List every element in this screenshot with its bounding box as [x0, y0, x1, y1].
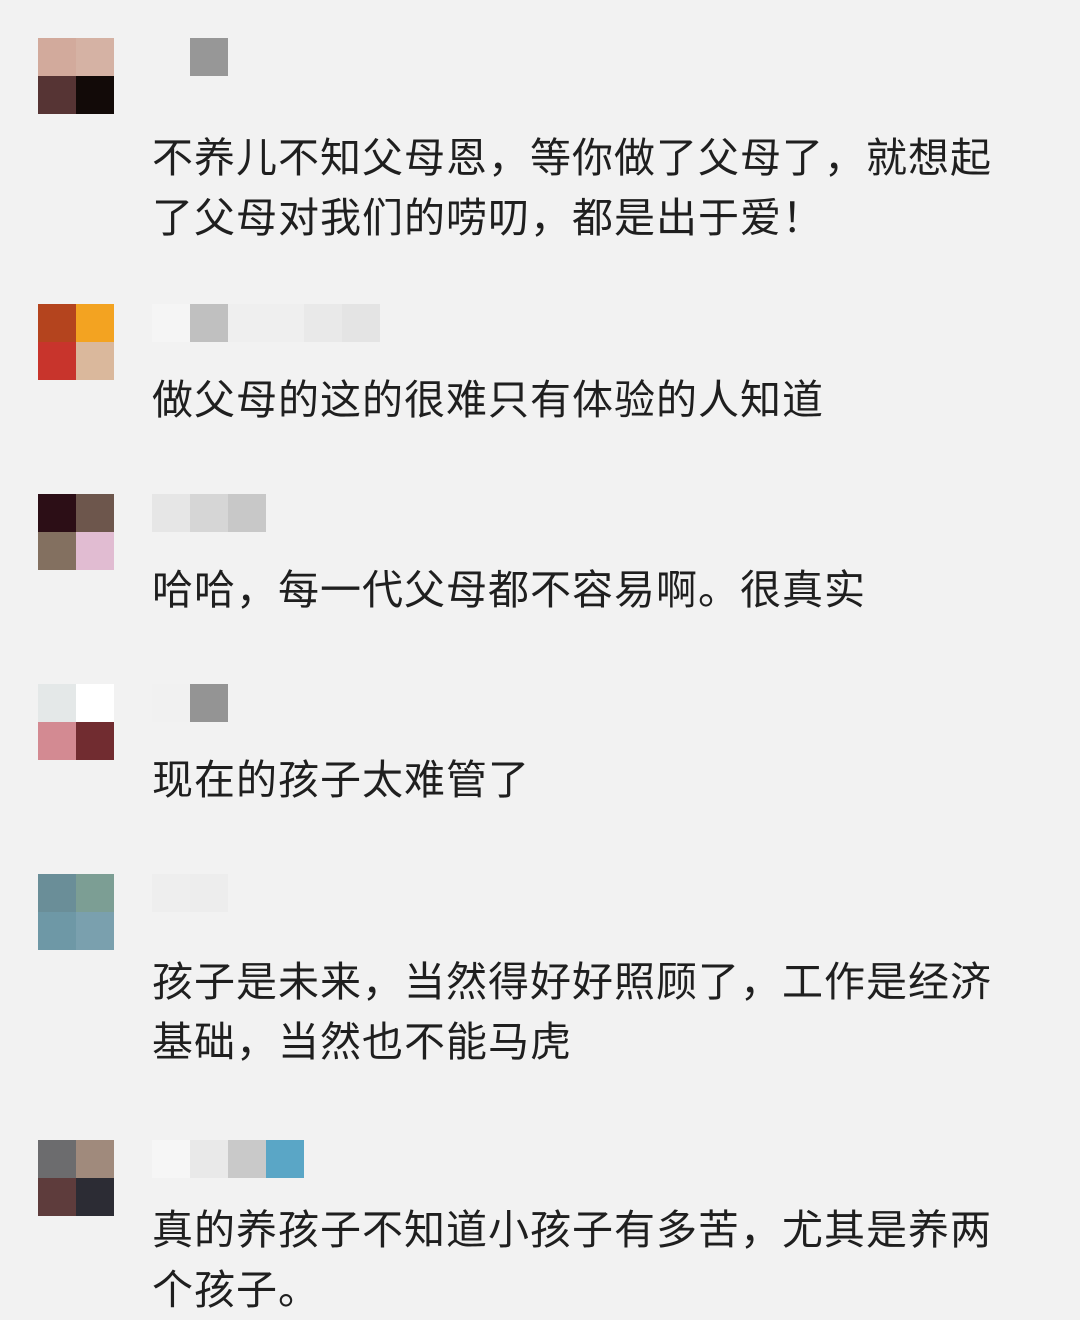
username-blurred[interactable]: [152, 1140, 304, 1178]
avatar-mosaic-block: [76, 532, 114, 570]
avatar[interactable]: [38, 304, 114, 380]
avatar-mosaic-block: [38, 494, 76, 532]
avatar-mosaic-block: [76, 1140, 114, 1178]
comment-text: 真的养孩子不知道小孩子有多苦，尤其是养两个孩子。: [152, 1206, 992, 1314]
avatar-mosaic-block: [38, 722, 76, 760]
avatar-mosaic-block: [38, 342, 76, 380]
username-blurred[interactable]: [152, 494, 266, 532]
comment-text: 现在的孩子太难管了: [152, 756, 530, 804]
comment-text: 孩子是未来，当然得好好照顾了，工作是经济基础，当然也不能马虎: [152, 958, 992, 1066]
avatar-mosaic-block: [38, 912, 76, 950]
username-mosaic-block: [152, 494, 190, 532]
avatar-mosaic-block: [38, 38, 76, 76]
username-mosaic-block: [266, 1140, 304, 1178]
username-mosaic-block: [152, 684, 190, 722]
avatar[interactable]: [38, 874, 114, 950]
avatar-mosaic-block: [76, 874, 114, 912]
avatar[interactable]: [38, 38, 114, 114]
avatar-mosaic-block: [76, 494, 114, 532]
avatar-mosaic-block: [76, 38, 114, 76]
comment-text: 哈哈，每一代父母都不容易啊。很真实: [152, 566, 866, 614]
avatar[interactable]: [38, 1140, 114, 1216]
avatar-mosaic-block: [76, 684, 114, 722]
username-blurred[interactable]: [152, 38, 228, 76]
username-mosaic-block: [342, 304, 380, 342]
avatar[interactable]: [38, 494, 114, 570]
avatar-mosaic-block: [38, 304, 76, 342]
username-mosaic-block: [190, 1140, 228, 1178]
avatar-mosaic-block: [76, 1178, 114, 1216]
avatar-mosaic-block: [38, 1178, 76, 1216]
avatar[interactable]: [38, 684, 114, 760]
username-mosaic-block: [190, 874, 228, 912]
username-mosaic-block: [152, 874, 190, 912]
username-mosaic-block: [190, 684, 228, 722]
username-mosaic-block: [228, 1140, 266, 1178]
avatar-mosaic-block: [76, 342, 114, 380]
username-mosaic-block: [152, 38, 190, 76]
avatar-mosaic-block: [38, 1140, 76, 1178]
avatar-mosaic-block: [38, 684, 76, 722]
comment-text: 不养儿不知父母恩，等你做了父母了，就想起了父母对我们的唠叨，都是出于爱！: [152, 134, 992, 242]
username-mosaic-block: [304, 304, 342, 342]
avatar-mosaic-block: [76, 76, 114, 114]
username-blurred[interactable]: [152, 874, 228, 912]
avatar-mosaic-block: [76, 722, 114, 760]
username-mosaic-block: [152, 304, 190, 342]
username-mosaic-block: [190, 38, 228, 76]
avatar-mosaic-block: [38, 532, 76, 570]
username-mosaic-block: [228, 304, 304, 342]
comment-text: 做父母的这的很难只有体验的人知道: [152, 376, 824, 424]
avatar-mosaic-block: [76, 304, 114, 342]
avatar-mosaic-block: [76, 912, 114, 950]
avatar-mosaic-block: [38, 874, 76, 912]
username-mosaic-block: [190, 304, 228, 342]
avatar-mosaic-block: [38, 76, 76, 114]
username-mosaic-block: [228, 494, 266, 532]
username-blurred[interactable]: [152, 304, 380, 342]
username-blurred[interactable]: [152, 684, 228, 722]
username-mosaic-block: [190, 494, 228, 532]
username-mosaic-block: [152, 1140, 190, 1178]
